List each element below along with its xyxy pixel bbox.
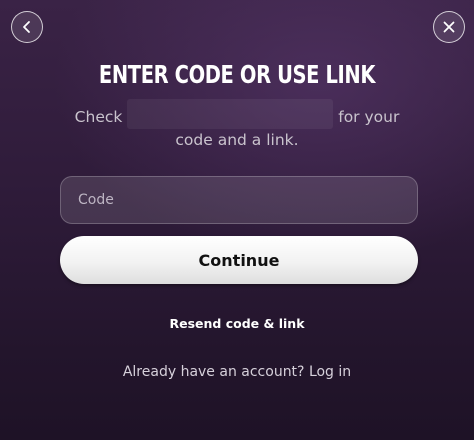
login-link[interactable]: Log in <box>309 364 351 380</box>
login-prompt: Already have an account? Log in <box>0 364 474 380</box>
close-button[interactable] <box>433 11 465 43</box>
back-button[interactable] <box>11 11 43 43</box>
code-input[interactable] <box>60 176 418 224</box>
continue-button[interactable]: Continue <box>60 236 418 284</box>
redacted-email <box>127 99 334 129</box>
subtitle-prefix: Check <box>74 108 123 126</box>
dialog-title: ENTER CODE OR USE LINK <box>98 60 376 89</box>
dialog-subtitle: Check for your code and a link. <box>60 99 414 152</box>
resend-code-link[interactable]: Resend code & link <box>0 316 474 331</box>
enter-code-dialog: ENTER CODE OR USE LINK Check for your co… <box>0 0 474 440</box>
close-icon <box>443 21 455 33</box>
subtitle-line2: code and a link. <box>175 131 299 149</box>
subtitle-suffix: for your <box>338 108 400 126</box>
account-prompt-text: Already have an account? <box>122 364 305 380</box>
chevron-left-icon <box>23 21 30 33</box>
